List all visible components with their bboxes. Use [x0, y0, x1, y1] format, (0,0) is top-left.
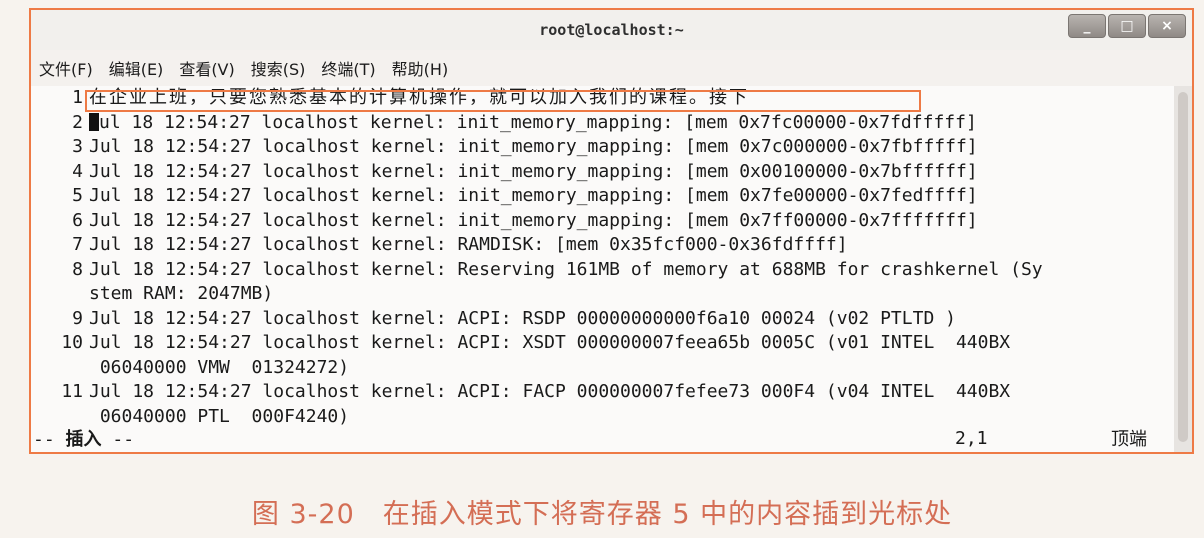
line-number: 6 [72, 209, 83, 231]
line-number: 2 [72, 111, 83, 133]
line-text-continuation: 06040000 VMW 01324272) [89, 356, 350, 378]
line-number: 1 [72, 87, 83, 108]
line-number: 8 [72, 258, 83, 280]
editor-line-wrap: stem RAM: 2047MB) [31, 282, 1174, 307]
line-number: 5 [72, 185, 83, 206]
line-text-continuation: stem RAM: 2047MB) [89, 283, 274, 304]
cursor-position: 2,1 [955, 427, 988, 449]
vim-status-line: -- 插入 -- 2,1 顶端 [31, 424, 1174, 452]
text-cursor [89, 112, 99, 131]
line-number: 3 [72, 136, 83, 157]
line-text: Jul 18 12:54:27 localhost kernel: init_m… [89, 185, 978, 206]
editor-line: 3 Jul 18 12:54:27 localhost kernel: init… [31, 135, 1174, 160]
line-text: Jul 18 12:54:27 localhost kernel: RAMDIS… [89, 234, 848, 255]
line-number: 11 [61, 381, 83, 402]
scrollbar[interactable] [1174, 86, 1192, 452]
menu-bar: 文件(F) 编辑(E) 查看(V) 搜索(S) 终端(T) 帮助(H) [31, 52, 1192, 84]
line-text: ul 18 12:54:27 localhost kernel: init_me… [99, 111, 977, 133]
minimize-button[interactable]: _ [1068, 14, 1106, 38]
scroll-position: 顶端 [1111, 429, 1147, 450]
menu-search[interactable]: 搜索(S) [251, 56, 306, 80]
line-number: 9 [72, 307, 83, 329]
figure-caption: 图 3-20 在插入模式下将寄存器 5 中的内容插到光标处 [251, 499, 953, 530]
editor-line: 9 Jul 18 12:54:27 localhost kernel: ACPI… [31, 307, 1174, 332]
menu-help[interactable]: 帮助(H) [392, 56, 449, 80]
mode-suffix: -- [112, 429, 135, 450]
menu-terminal[interactable]: 终端(T) [321, 56, 375, 80]
terminal-text-area[interactable]: 1 在企业上班，只要您熟悉基本的计算机操作，就可以加入我们的课程。接下 2 ul… [31, 86, 1174, 452]
line-text: Jul 18 12:54:27 localhost kernel: ACPI: … [89, 307, 956, 329]
scrollbar-thumb[interactable] [1178, 92, 1188, 442]
line-number: 10 [61, 332, 83, 353]
editor-line: 11 Jul 18 12:54:27 localhost kernel: ACP… [31, 380, 1174, 405]
title-bar[interactable]: root@localhost:~ _ □ × [31, 10, 1192, 50]
window-title: root@localhost:~ [539, 21, 684, 39]
line-number: 4 [72, 160, 83, 182]
mode-indicator: -- 插入 -- [31, 425, 134, 451]
menu-edit[interactable]: 编辑(E) [109, 56, 164, 80]
line-number: 7 [72, 234, 83, 255]
line-text: Jul 18 12:54:27 localhost kernel: init_m… [89, 209, 978, 231]
mode-prefix: -- [33, 429, 55, 450]
line-text: Jul 18 12:54:27 localhost kernel: init_m… [89, 160, 978, 182]
highlight-annotation [85, 90, 921, 112]
menu-view[interactable]: 查看(V) [179, 56, 234, 80]
editor-line: 2 ul 18 12:54:27 localhost kernel: init_… [31, 111, 1174, 136]
editor-line-wrap: 06040000 VMW 01324272) [31, 356, 1174, 381]
terminal-window: root@localhost:~ _ □ × 文件(F) 编辑(E) 查看(V)… [29, 8, 1194, 454]
editor-line: 1 在企业上班，只要您熟悉基本的计算机操作，就可以加入我们的课程。接下 [31, 86, 1174, 112]
window-controls: _ □ × [1068, 14, 1186, 38]
close-button[interactable]: × [1148, 14, 1186, 38]
editor-line: 6 Jul 18 12:54:27 localhost kernel: init… [31, 209, 1174, 234]
line-text: Jul 18 12:54:27 localhost kernel: init_m… [89, 136, 978, 157]
menu-file[interactable]: 文件(F) [39, 56, 93, 80]
editor-line: 10 Jul 18 12:54:27 localhost kernel: ACP… [31, 331, 1174, 356]
line-text: Jul 18 12:54:27 localhost kernel: Reserv… [89, 258, 1043, 280]
editor-line: 8 Jul 18 12:54:27 localhost kernel: Rese… [31, 258, 1174, 283]
line-text: Jul 18 12:54:27 localhost kernel: ACPI: … [89, 332, 1011, 353]
editor-line: 7 Jul 18 12:54:27 localhost kernel: RAMD… [31, 233, 1174, 258]
line-text: Jul 18 12:54:27 localhost kernel: ACPI: … [89, 381, 1011, 402]
editor-line: 4 Jul 18 12:54:27 localhost kernel: init… [31, 160, 1174, 185]
editor-line: 5 Jul 18 12:54:27 localhost kernel: init… [31, 184, 1174, 209]
mode-label: 插入 [65, 429, 102, 450]
maximize-button[interactable]: □ [1108, 14, 1146, 38]
